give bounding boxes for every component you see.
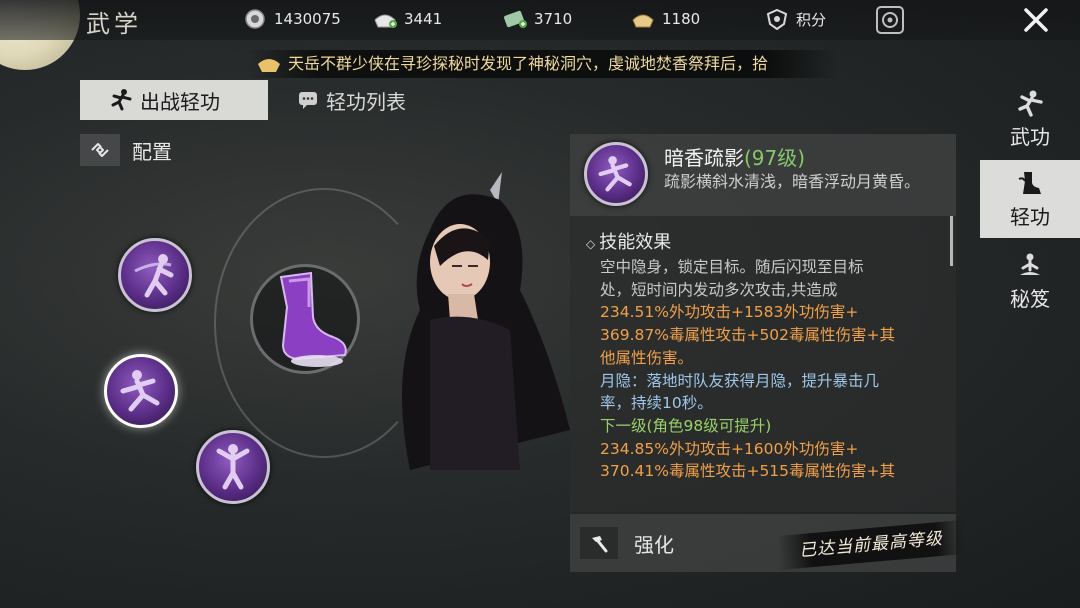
gold-value: 1180	[662, 10, 701, 28]
config-icon-box	[80, 134, 120, 166]
emblem-settings-icon[interactable]	[874, 4, 906, 36]
spinning-figure-icon	[216, 444, 250, 490]
jade-ticket-add-icon	[504, 10, 527, 28]
diamond-bullet-icon: ◇	[586, 237, 596, 251]
close-icon[interactable]	[1020, 4, 1052, 36]
effect-title-text: 技能效果	[599, 232, 672, 253]
config-label: 配置	[132, 139, 172, 164]
page-title: 武学	[86, 10, 142, 38]
ingot-broadcast-icon	[258, 59, 280, 72]
effect-scrollbar[interactable]	[950, 216, 953, 266]
gold-counter[interactable]: 1180	[630, 8, 700, 30]
tab-qinggong-list-label: 轻功列表	[326, 89, 406, 114]
effect-line: 处，短时间内发动多次攻击,共造成	[600, 280, 838, 299]
character-portrait	[402, 172, 570, 470]
jade-value: 3710	[534, 10, 573, 28]
points-button[interactable]: 积分	[764, 8, 826, 30]
effect-lines: 空中隐身，锁定目标。随后闪现至目标 处，短时间内发动多次攻击,共造成 234.5…	[600, 256, 936, 483]
jade-counter[interactable]: 3710	[502, 8, 572, 30]
coin-icon	[245, 9, 265, 29]
max-level-badge: 已达当前最高等级	[776, 519, 966, 571]
qinggong-tabs: 出战轻功 轻功列表	[80, 80, 438, 120]
dancer-silhouette-icon	[134, 254, 174, 298]
effect-line: 空中隐身，锁定目标。随后闪现至目标	[600, 258, 864, 276]
qinggong-boot-icon	[1018, 171, 1041, 194]
equipped-qinggong-slot[interactable]	[250, 264, 360, 374]
fighting-pose-icon	[111, 89, 132, 111]
gold-ingot-icon	[632, 14, 654, 28]
hammer-icon	[592, 536, 608, 553]
enhance-label: 强化	[634, 532, 674, 557]
skill-detail-panel: 暗香疏影(97级) 疏影横斜水清浅，暗香浮动月黄昏。 ◇ 技能效果 空中隐身，锁定…	[570, 134, 966, 572]
config-button[interactable]: 配置	[80, 134, 172, 166]
sidenav-item-martial[interactable]: 武功	[980, 80, 1080, 158]
sidenav-item-qinggong[interactable]: 轻功	[980, 160, 1080, 238]
coin-counter[interactable]: 1430075	[242, 8, 341, 30]
effect-line: 月隐：落地时队友获得月隐，提升暴击几	[600, 371, 880, 390]
skill-name: 暗香疏影	[664, 146, 744, 170]
tab-qinggong-list[interactable]: 轻功列表	[268, 80, 438, 120]
sidenav-item-secret-manual[interactable]: 秘笈	[980, 242, 1080, 320]
effect-line: 234.51%外功攻击+1583外功伤害+	[600, 303, 859, 322]
skill-slot-2-selected[interactable]	[104, 354, 178, 428]
enhance-button[interactable]: 强化	[580, 527, 674, 559]
skill-detail-header: 暗香疏影(97级) 疏影横斜水清浅，暗香浮动月黄昏。	[570, 134, 956, 216]
meditation-icon	[1020, 253, 1040, 275]
silver-value: 3441	[404, 10, 443, 28]
effect-line: 234.85%外功攻击+1600外功伤害+	[600, 439, 859, 458]
ticker-text: 天岳不群少侠在寻珍探秘时发现了神秘洞穴，虔诚地焚香祭拜后，拾	[288, 54, 769, 73]
coin-value: 1430075	[274, 10, 341, 28]
broadcast-ticker: 天岳不群少侠在寻珍探秘时发现了神秘洞穴，虔诚地焚香祭拜后，拾	[248, 50, 838, 78]
selected-skill-icon	[584, 142, 648, 206]
effect-line: 率，持续10秒。	[600, 394, 713, 413]
skill-slot-1[interactable]	[118, 238, 192, 312]
skill-name-line: 暗香疏影(97级)	[664, 142, 805, 171]
martial-pose-icon	[1018, 90, 1043, 117]
sidenav-label-martial: 武功	[1010, 124, 1050, 149]
link-chain-icon	[91, 143, 109, 157]
sidenav-label-secret-manual: 秘笈	[1010, 286, 1050, 311]
tab-active-qinggong-label: 出战轻功	[140, 89, 220, 114]
tab-active-qinggong[interactable]: 出战轻功	[80, 80, 268, 120]
leaping-figure-icon	[598, 156, 632, 192]
sidenav-label-qinggong: 轻功	[1010, 204, 1050, 229]
skill-detail-footer: 强化 已达当前最高等级	[570, 514, 966, 572]
purple-boot-icon	[279, 271, 347, 367]
silver-counter[interactable]: 3441	[372, 8, 442, 30]
skill-effect-section[interactable]: ◇ 技能效果 空中隐身，锁定目标。随后闪现至目标 处，短时间内发动多次攻击,共造成…	[570, 216, 956, 512]
chat-list-icon	[299, 92, 317, 109]
effect-line: 他属性伤害。	[600, 348, 694, 367]
leaping-figure-icon	[120, 370, 160, 412]
skill-description: 疏影横斜水清浅，暗香浮动月黄昏。	[664, 172, 921, 191]
silver-ingot-add-icon	[374, 14, 397, 28]
effect-line: 370.41%毒属性攻击+515毒属性伤害+其	[600, 462, 896, 481]
effect-line: 369.87%毒属性攻击+502毒属性伤害+其	[600, 326, 896, 345]
enhance-icon-box	[580, 527, 618, 559]
skill-level: (97级)	[744, 146, 806, 170]
effect-title: ◇ 技能效果	[586, 228, 671, 254]
effect-line: 下一级(角色98级可提升)	[600, 416, 772, 435]
points-label: 积分	[796, 10, 827, 29]
side-navigation: 武功 轻功 秘笈	[980, 80, 1080, 320]
skill-slot-3[interactable]	[196, 430, 270, 504]
points-shield-icon	[766, 8, 788, 30]
